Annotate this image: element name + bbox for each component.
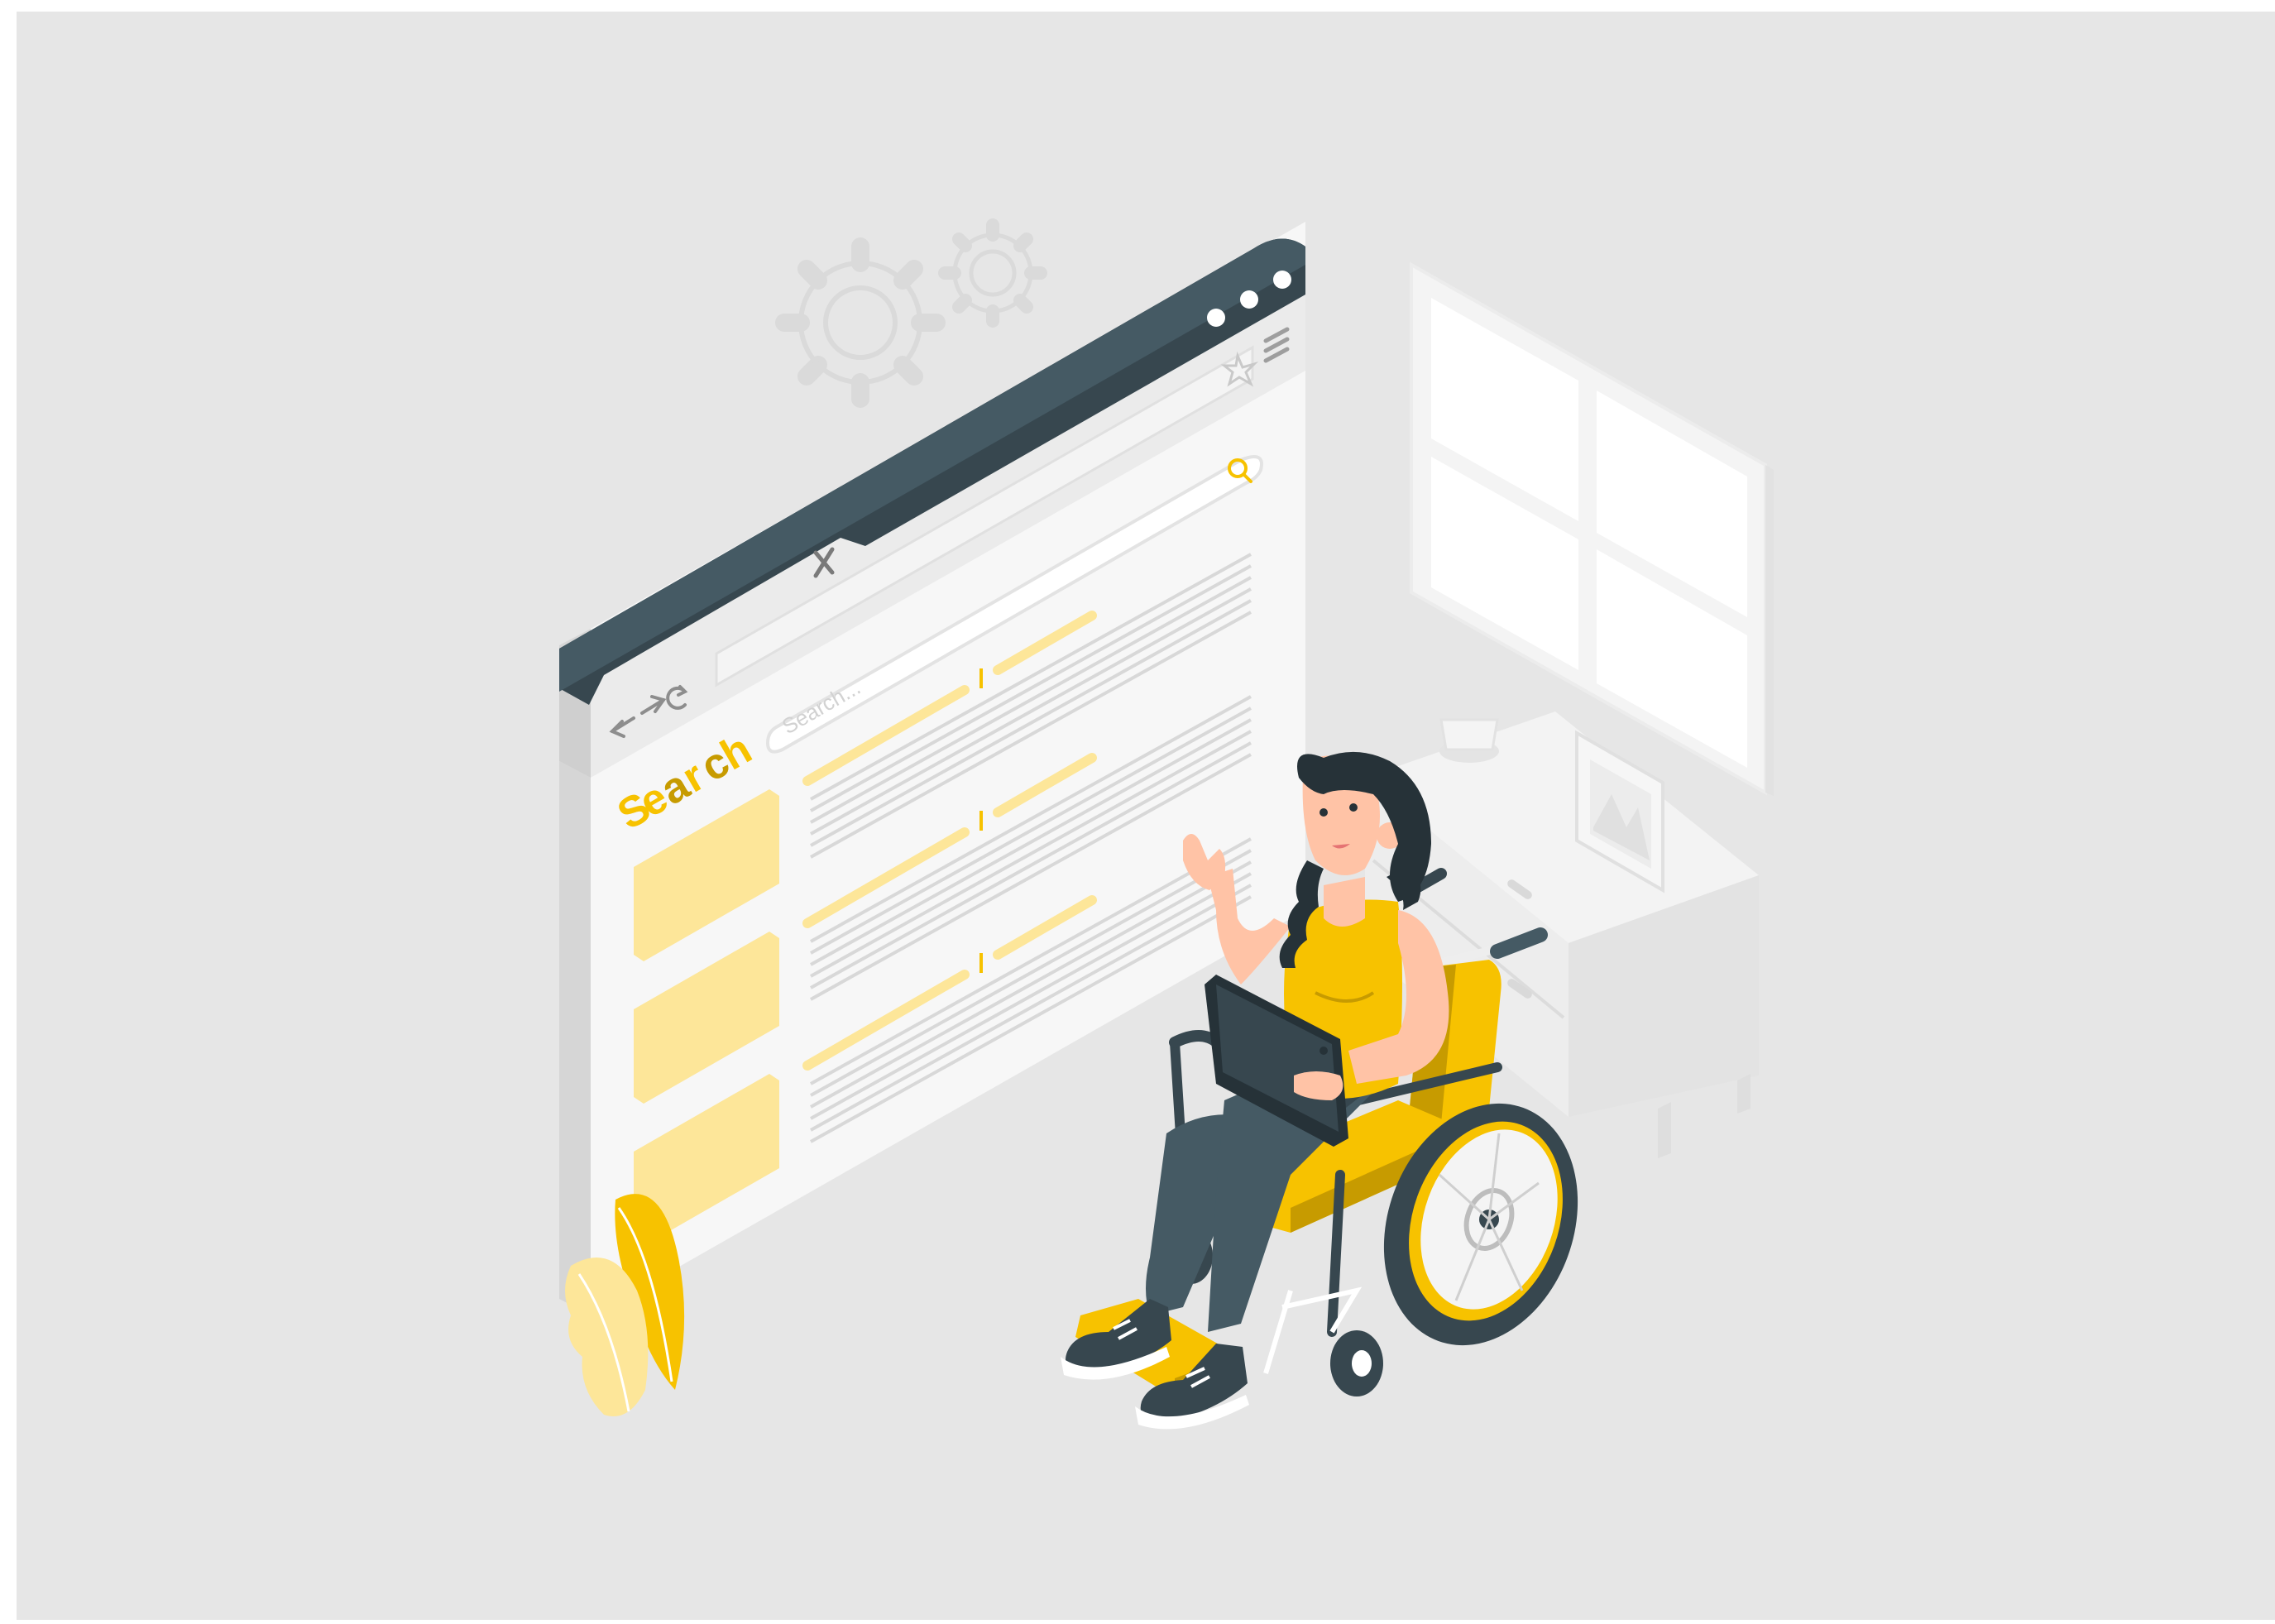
search-illustration: Search... S e a r c h — [17, 12, 2275, 1620]
caster-wheel — [1330, 1330, 1383, 1396]
illustration-canvas: Search... S e a r c h — [0, 0, 2275, 1620]
